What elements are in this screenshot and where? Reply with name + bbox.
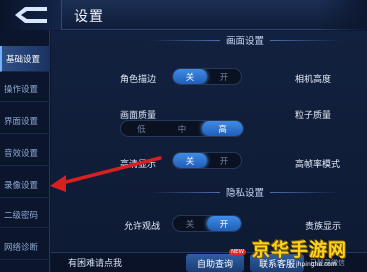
sidebar-item-network[interactable]: 网络诊断 [0,234,50,260]
section-title: 画面设置 [225,36,264,47]
watermark-url: jhpinghe.com [296,261,337,268]
outline-label: 角色描边 [120,75,157,85]
quality-high-option[interactable]: 高 [202,121,243,136]
sidebar-item-label: 网络诊断 [4,242,39,253]
sidebar-item-interface[interactable]: 界面设置 [0,108,50,134]
spectate-off-option[interactable]: 关 [173,216,207,231]
self-query-button[interactable]: 自助查询 [186,254,244,272]
sidebar-item-basic[interactable]: 基础设置 [0,46,50,72]
outline-on-option[interactable]: 开 [207,69,241,84]
sidebar-item-recording[interactable]: 录像设置 [0,172,50,198]
new-badge: NEW [229,249,247,255]
sidebar-item-label: 录像设置 [4,180,39,191]
sidebar-item-audio[interactable]: 音效设置 [0,140,50,166]
sidebar-item-password[interactable]: 二级密码 [0,202,50,228]
hd-on-option[interactable]: 开 [207,153,241,168]
help-link[interactable]: 有困难请点我 [68,256,122,269]
back-button[interactable] [0,0,62,30]
spectate-on-option[interactable]: 开 [207,216,241,231]
sidebar-item-label: 二级密码 [4,210,39,221]
header-decoration [317,0,367,30]
back-arrow-icon [14,7,47,23]
sidebar-item-label: 操作设置 [4,84,39,95]
settings-sidebar: 基础设置 操作设置 界面设置 音效设置 录像设置 二级密码 网络诊断 [0,30,50,272]
sidebar-item-label: 音效设置 [4,148,39,159]
watermark-logo: 京华手游网 [252,240,347,261]
hd-off-option[interactable]: 关 [173,153,207,168]
outline-off-option[interactable]: 关 [173,69,207,84]
noble-display-label: 贵族显示 [305,222,342,232]
particle-quality-label: 粒子质量 [295,111,332,121]
outline-toggle[interactable]: 关 开 [172,68,242,85]
quality-mid-option[interactable]: 中 [162,121,203,136]
sidebar-item-controls[interactable]: 操作设置 [0,76,50,102]
page-title: 设置 [74,9,104,25]
high-fps-label: 高帧率模式 [295,160,341,170]
sidebar-item-label: 基础设置 [6,54,41,65]
allow-spectate-toggle[interactable]: 关 开 [172,215,242,232]
top-bar: 设置 [0,0,367,30]
hd-display-toggle[interactable]: 关 开 [172,152,242,169]
hd-display-label: 高清显示 [120,160,157,170]
camera-height-label: 相机高度 [295,75,332,85]
quality-low-option[interactable]: 低 [121,121,162,136]
section-header-privacy: 隐私设置 [140,184,350,200]
section-title: 隐私设置 [225,188,264,199]
section-header-display: 画面设置 [140,32,350,48]
sidebar-item-label: 界面设置 [4,116,39,127]
allow-spectate-label: 允许观战 [124,222,161,232]
quality-selector[interactable]: 低 中 高 [120,120,244,137]
